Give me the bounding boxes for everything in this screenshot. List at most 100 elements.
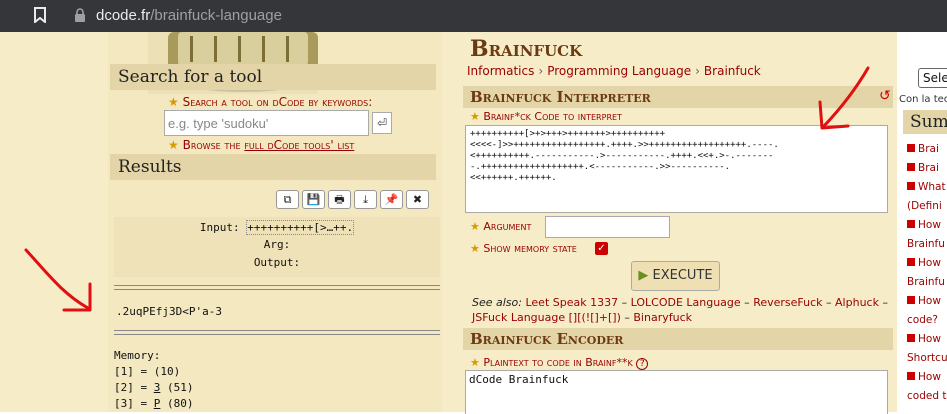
summary-item[interactable]: code? [907,311,947,330]
memory-state-text: Show memory state [483,242,577,255]
language-select[interactable]: Sele [918,68,947,88]
pin-button[interactable]: 📌 [380,190,403,209]
memory-char: 3 [153,381,161,394]
download-button[interactable]: ⤓ [354,190,377,209]
summary-item[interactable]: coded t [907,387,947,406]
summary-item-label: (Defini [907,200,942,212]
summary-item-label: Brai [918,143,939,155]
see-also-link[interactable]: Leet Speak 1337 [525,296,618,309]
browse-tools-link[interactable]: full dCode tools' list [244,138,354,152]
plaintext-label-text: Plaintext to code in Brainf**k [483,356,633,369]
summary-item-label: How [918,371,941,383]
search-button[interactable]: ⏎ [372,112,392,134]
copy-button[interactable]: ⧉ [276,190,299,209]
browse-tools: ★ Browse the full dCode tools' list [168,138,355,152]
summary-item[interactable]: How [907,292,947,311]
summary-item-label: How [918,295,941,307]
browse-prefix: Browse the [182,138,245,152]
summary-item[interactable]: How [907,216,947,235]
memory-dump: Memory: [1] = (10) [2] = 3 (51) [3] = P … [114,348,194,412]
summary-item-label: How [918,257,941,269]
bullet-icon [907,334,915,342]
search-keywords-label: ★ Search a tool on dCode by keywords: [168,95,373,109]
see-also-link[interactable]: JSFuck Language [][(![]+[]) [472,311,621,324]
summary-item-label: Brainfu [907,276,945,288]
code-line: <<<<-]>>+++++++++++++++++.++++.>>+++++++… [470,140,779,150]
divider [114,285,440,290]
output-text: .2uqPEfj3D<P'a-3 [116,305,222,318]
bullet-icon [907,296,915,304]
close-button[interactable]: ✖ [406,190,429,209]
print-button[interactable]: 🖶 [328,190,351,209]
summary-item[interactable]: How [907,330,947,349]
bookmark-icon[interactable] [34,7,46,23]
input-value: ++++++++++[>…++. [246,220,355,235]
memory-state-checkbox[interactable]: ✓ [595,242,608,255]
see-also-link[interactable]: LOLCODE Language [631,296,741,309]
reset-icon[interactable]: ↺ [879,88,891,104]
breadcrumb-brainfuck[interactable]: Brainfuck [704,64,761,78]
breadcrumb-informatics[interactable]: Informatics [467,64,534,78]
memory-index: [1] = [114,365,148,378]
save-button[interactable]: 💾 [302,190,325,209]
see-also-link[interactable]: Binaryfuck [633,311,692,324]
execute-label: EXECUTE [652,268,713,283]
summary-item[interactable]: How [907,254,947,273]
summary-item-label: Brai [918,162,939,174]
url-field[interactable]: dcode.fr/brainfuck-language [96,7,282,24]
search-input[interactable]: e.g. type 'sudoku' [164,110,369,136]
memory-index: [3] = [114,397,148,410]
summary-list: Brai Brai What (Defini How Brainfu How B… [907,140,947,406]
code-line: <<++++++.++++++. [470,173,557,183]
argument-input[interactable] [545,216,670,238]
arg-label: Arg: [263,238,291,251]
summary-item-label: How [918,219,941,231]
encoder-heading: Brainfuck Encoder [463,328,893,350]
bullet-icon [907,144,915,152]
summary-item[interactable]: How [907,368,947,387]
plaintext-label: ★ Plaintext to code in Brainf**k ? [470,356,649,370]
code-label-text: Brainf*ck Code to interpret [483,110,622,123]
summary-item-label: coded t [907,390,947,402]
see-also-link[interactable]: ReverseFuck [753,296,822,309]
breadcrumb-programming-language[interactable]: Programming Language [547,64,691,78]
summary-item[interactable]: (Defini [907,197,947,216]
summary-item-label: Shortcu [907,352,947,364]
summary-item-label: code? [907,314,938,326]
code-label: ★ Brainf*ck Code to interpret [470,110,622,123]
summary-item[interactable]: Brainfu [907,273,947,292]
summary-item-label: What [918,181,946,193]
summary-item[interactable]: Shortcu [907,349,947,368]
search-tool-heading: Search for a tool [110,64,436,90]
results-toolbar: ⧉ 💾 🖶 ⤓ 📌 ✖ [276,188,432,209]
breadcrumb: Informatics › Programming Language › Brainfu… [467,64,761,78]
help-icon[interactable]: ? [636,358,649,370]
input-label: Input: [199,221,240,234]
memory-value: (51) [167,381,194,394]
results-heading: Results [110,154,436,180]
summary-item[interactable]: Brainfu [907,235,947,254]
memory-row: [1] = (10) [114,364,194,380]
summary-item[interactable]: Brai [907,159,947,178]
bullet-icon [907,372,915,380]
summary-item-label: Brainfu [907,238,945,250]
code-line: <++++++++++.-----------.>-----------.+++… [470,151,774,161]
divider [114,330,440,335]
execute-button[interactable]: ▶ EXECUTE [631,261,720,291]
browser-address-bar: dcode.fr/brainfuck-language [0,0,947,32]
see-also-link[interactable]: Alphuck [835,296,879,309]
memory-index: [2] = [114,381,148,394]
memory-value: (80) [167,397,194,410]
plaintext-input[interactable]: dCode Brainfuck [465,370,888,414]
summary-item[interactable]: Brai [907,140,947,159]
right-note: Con la tec [899,94,947,105]
code-textarea[interactable]: ++++++++++[>+>+++>+++++++>++++++++++ <<<<… [465,125,888,213]
summary-item[interactable]: What [907,178,947,197]
output-label: Output: [253,256,301,269]
memory-title: Memory: [114,349,161,362]
results-summary: Input: ++++++++++[>…++. Arg: Output: [114,217,440,277]
memory-row: [3] = P (80) [114,396,194,412]
lock-icon[interactable] [74,8,86,22]
search-keywords-text: Search a tool on dCode by keywords: [182,95,373,109]
memory-value: (10) [153,365,181,378]
